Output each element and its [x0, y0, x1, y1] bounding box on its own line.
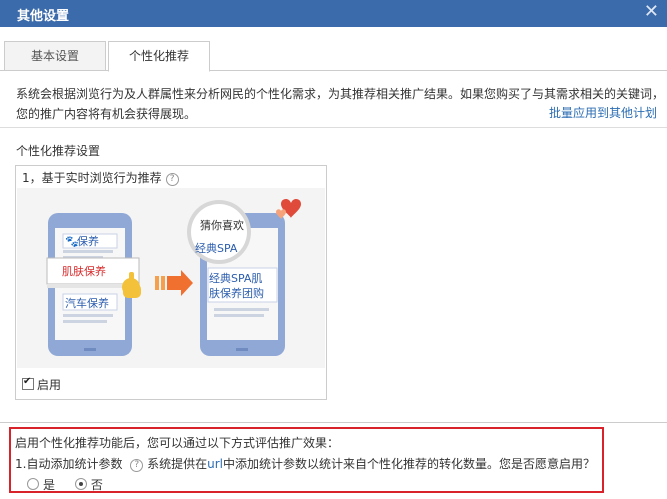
bulk-apply-link[interactable]: 批量应用到其他计划 — [549, 104, 657, 121]
auto-stats-desc-prefix: 系统提供在 — [147, 457, 208, 471]
arrow-right-icon — [155, 270, 193, 296]
auto-stats-param-label: 1.自动添加统计参数 — [15, 457, 123, 471]
radio-no-label: 否 — [90, 478, 103, 492]
auto-stats-desc-suffix: 中添加统计参数以统计来自个性化推荐的转化数量。您是否愿意启用？ — [223, 457, 596, 471]
radio-option-no[interactable]: 否 — [74, 478, 103, 492]
bubble-title: 猜你喜欢 — [200, 218, 244, 232]
right-phone-line-1: 经典SPA肌 — [209, 271, 262, 285]
left-phone-item-2: 肌肤保养 — [62, 264, 106, 278]
tab-basic-settings[interactable]: 基本设置 — [4, 41, 106, 70]
question-circle-icon[interactable]: ? — [130, 459, 144, 472]
enable-option[interactable]: 启用 — [22, 376, 61, 393]
heart-icon — [276, 198, 301, 219]
card-header: 1，基于实时浏览行为推荐? — [22, 169, 179, 186]
question-circle-icon[interactable]: ? — [165, 173, 179, 186]
right-phone-line-2: 肤保养团购 — [209, 286, 264, 300]
description-line-1: 系统会根据浏览行为及人群属性来分析网民的个性化需求，为其推荐相关推广结果。如果您… — [16, 87, 665, 101]
auto-stats-desc-url: url — [207, 457, 223, 471]
evaluation-box: 启用个性化推荐功能后，您可以通过以下方式评估推广效果： 1.自动添加统计参数 ?… — [9, 427, 604, 493]
dialog-title: 其他设置 — [17, 9, 70, 24]
evaluation-intro: 启用个性化推荐功能后，您可以通过以下方式评估推广效果： — [15, 436, 340, 450]
left-phone-item-1-label: 保养 — [77, 234, 99, 248]
card-header-label: 1，基于实时浏览行为推荐 — [22, 171, 162, 185]
enable-checkbox[interactable] — [22, 376, 34, 390]
section-title: 个性化推荐设置 — [16, 144, 101, 158]
realtime-browse-card: 1，基于实时浏览行为推荐? 🐾 保养 肌肤保养 汽车保养 经典SPA肌 肤保养团… — [15, 165, 327, 400]
divider — [0, 127, 667, 128]
tab-personalized-recommendation[interactable]: 个性化推荐 — [108, 41, 210, 72]
radio-no[interactable] — [74, 478, 87, 490]
left-phone-item-3: 汽车保养 — [65, 296, 109, 310]
enable-label: 启用 — [37, 378, 62, 392]
auto-stats-param-row: 1.自动添加统计参数 ? 系统提供在url中添加统计参数以统计来自个性化推荐的转… — [15, 455, 595, 472]
bubble-subtitle: 经典SPA — [195, 241, 238, 255]
divider — [0, 422, 667, 423]
auto-stats-radio-group: 是 否 — [27, 476, 119, 493]
recommendation-illustration: 🐾 保养 肌肤保养 汽车保养 经典SPA肌 肤保养团购 猜你喜欢 经典SPA — [17, 188, 325, 368]
tab-bar: 基本设置 个性化推荐 — [0, 27, 667, 72]
radio-option-yes[interactable]: 是 — [27, 478, 55, 492]
close-icon[interactable]: ✕ — [644, 2, 659, 22]
radio-yes-label: 是 — [43, 478, 56, 492]
radio-yes[interactable] — [27, 478, 39, 490]
dialog-titlebar: 其他设置 ✕ — [0, 0, 667, 27]
